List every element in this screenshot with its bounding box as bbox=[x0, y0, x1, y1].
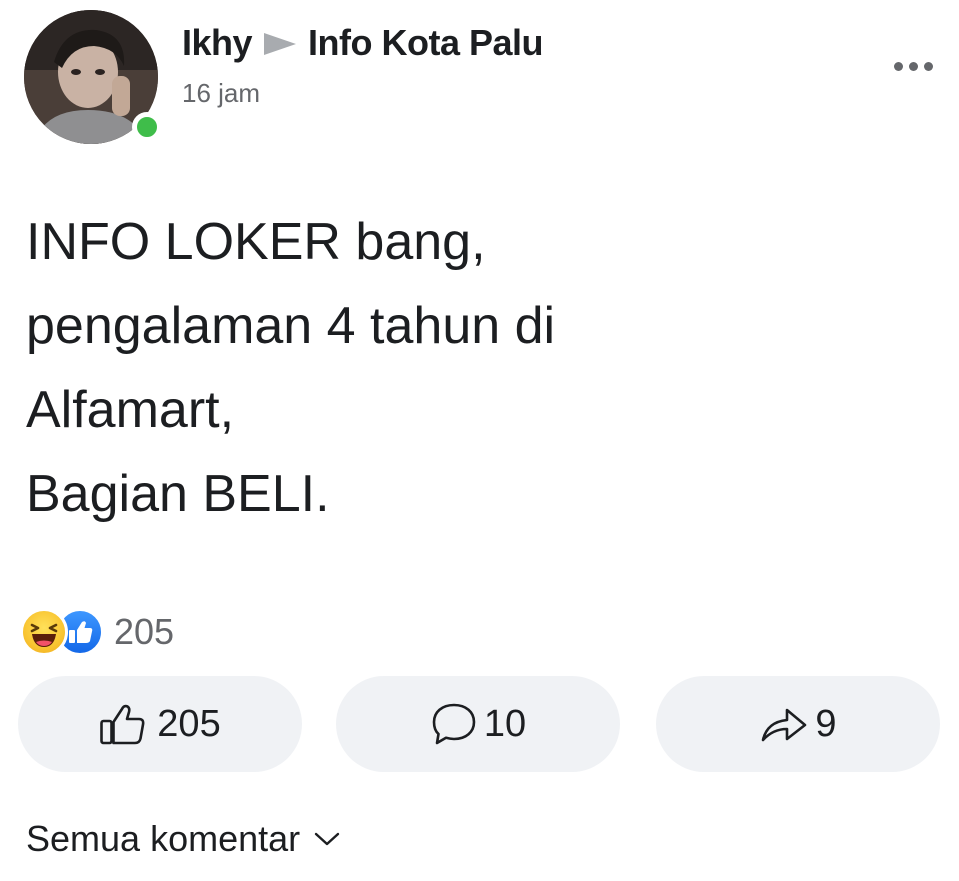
share-count: 9 bbox=[815, 702, 837, 745]
chevron-down-icon bbox=[314, 831, 340, 847]
facebook-post: Ikhy Info Kota Palu 16 jam INFO LOKER ba… bbox=[0, 0, 959, 881]
post-timestamp[interactable]: 16 jam bbox=[182, 78, 260, 109]
comment-button[interactable]: 10 bbox=[336, 676, 620, 772]
reaction-count: 205 bbox=[114, 611, 175, 652]
post-actions: 205 10 9 bbox=[18, 676, 944, 772]
thumbs-up-icon bbox=[99, 702, 151, 746]
dot bbox=[924, 62, 933, 71]
more-options-icon[interactable] bbox=[894, 62, 933, 71]
post-text-line: INFO LOKER bang, bbox=[26, 213, 486, 271]
reactions-summary[interactable]: 205 bbox=[20, 606, 174, 658]
share-button[interactable]: 9 bbox=[656, 676, 940, 772]
dot bbox=[909, 62, 918, 71]
comment-count: 10 bbox=[483, 702, 527, 745]
group-name[interactable]: Info Kota Palu bbox=[308, 22, 544, 64]
post-text-line: pengalaman 4 tahun di bbox=[26, 297, 556, 355]
all-comments-label: Semua komentar bbox=[26, 818, 301, 859]
online-status-indicator bbox=[132, 112, 162, 142]
like-count: 205 bbox=[157, 702, 221, 745]
post-text: INFO LOKER bang, pengalaman 4 tahun di A… bbox=[26, 200, 926, 536]
haha-icon bbox=[20, 608, 68, 656]
post-text-line: Alfamart, bbox=[26, 381, 235, 439]
comment-bubble-icon bbox=[430, 701, 478, 747]
share-arrow-icon bbox=[759, 704, 809, 744]
avatar[interactable] bbox=[24, 10, 162, 148]
all-comments-dropdown[interactable]: Semua komentar bbox=[26, 818, 340, 860]
like-button[interactable]: 205 bbox=[18, 676, 302, 772]
arrow-right-icon bbox=[264, 33, 297, 55]
dot bbox=[894, 62, 903, 71]
author-name[interactable]: Ikhy bbox=[182, 22, 253, 64]
post-header-names: Ikhy Info Kota Palu bbox=[182, 22, 544, 64]
post-text-line: Bagian BELI. bbox=[26, 465, 330, 523]
